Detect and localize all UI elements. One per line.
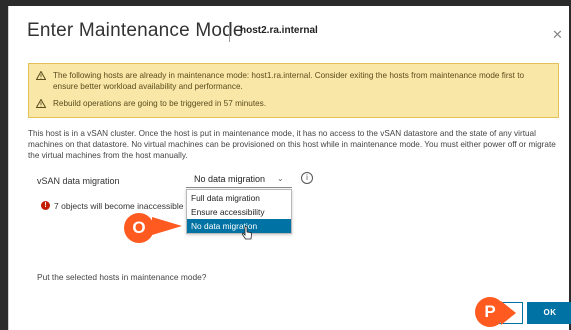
select-value: No data migration <box>194 174 266 184</box>
vsan-migration-label: vSAN data migration <box>37 176 120 186</box>
migration-dropdown: Full data migration Ensure accessibility… <box>186 189 292 234</box>
warning-triangle-icon <box>36 71 46 80</box>
warning-banner: The following hosts are already in maint… <box>28 63 559 118</box>
dialog-title: Enter Maintenance Mode <box>27 20 244 41</box>
warning-text: The following hosts are already in maint… <box>53 71 525 91</box>
ok-button[interactable]: OK <box>527 302 571 324</box>
option-no-data-migration[interactable]: No data migration <box>187 219 291 233</box>
callout-arrow-o <box>152 217 182 235</box>
host-name: host2.ra.internal <box>240 25 318 36</box>
chevron-down-icon: ⌄ <box>277 174 284 183</box>
title-divider <box>229 22 230 42</box>
warning-text: Rebuild operations are going to be trigg… <box>53 99 267 108</box>
close-icon[interactable]: ✕ <box>552 28 563 41</box>
option-full-data-migration[interactable]: Full data migration <box>187 191 291 205</box>
hand-cursor-icon <box>241 226 252 240</box>
vsan-migration-select[interactable]: No data migration ⌄ <box>186 171 292 188</box>
callout-badge-p: P <box>475 297 505 327</box>
option-ensure-accessibility[interactable]: Ensure accessibility <box>187 205 291 219</box>
error-icon: ! <box>41 201 50 210</box>
error-text: 7 objects will become inaccessible <box>54 201 184 211</box>
callout-badge-o: O <box>124 213 154 243</box>
vsan-description: This host is in a vSAN cluster. Once the… <box>28 129 556 160</box>
info-icon[interactable]: i <box>301 172 313 184</box>
warning-triangle-icon <box>36 99 46 108</box>
maintenance-mode-dialog: Enter Maintenance Mode host2.ra.internal… <box>8 6 571 330</box>
confirm-prompt: Put the selected hosts in maintenance mo… <box>37 272 207 282</box>
